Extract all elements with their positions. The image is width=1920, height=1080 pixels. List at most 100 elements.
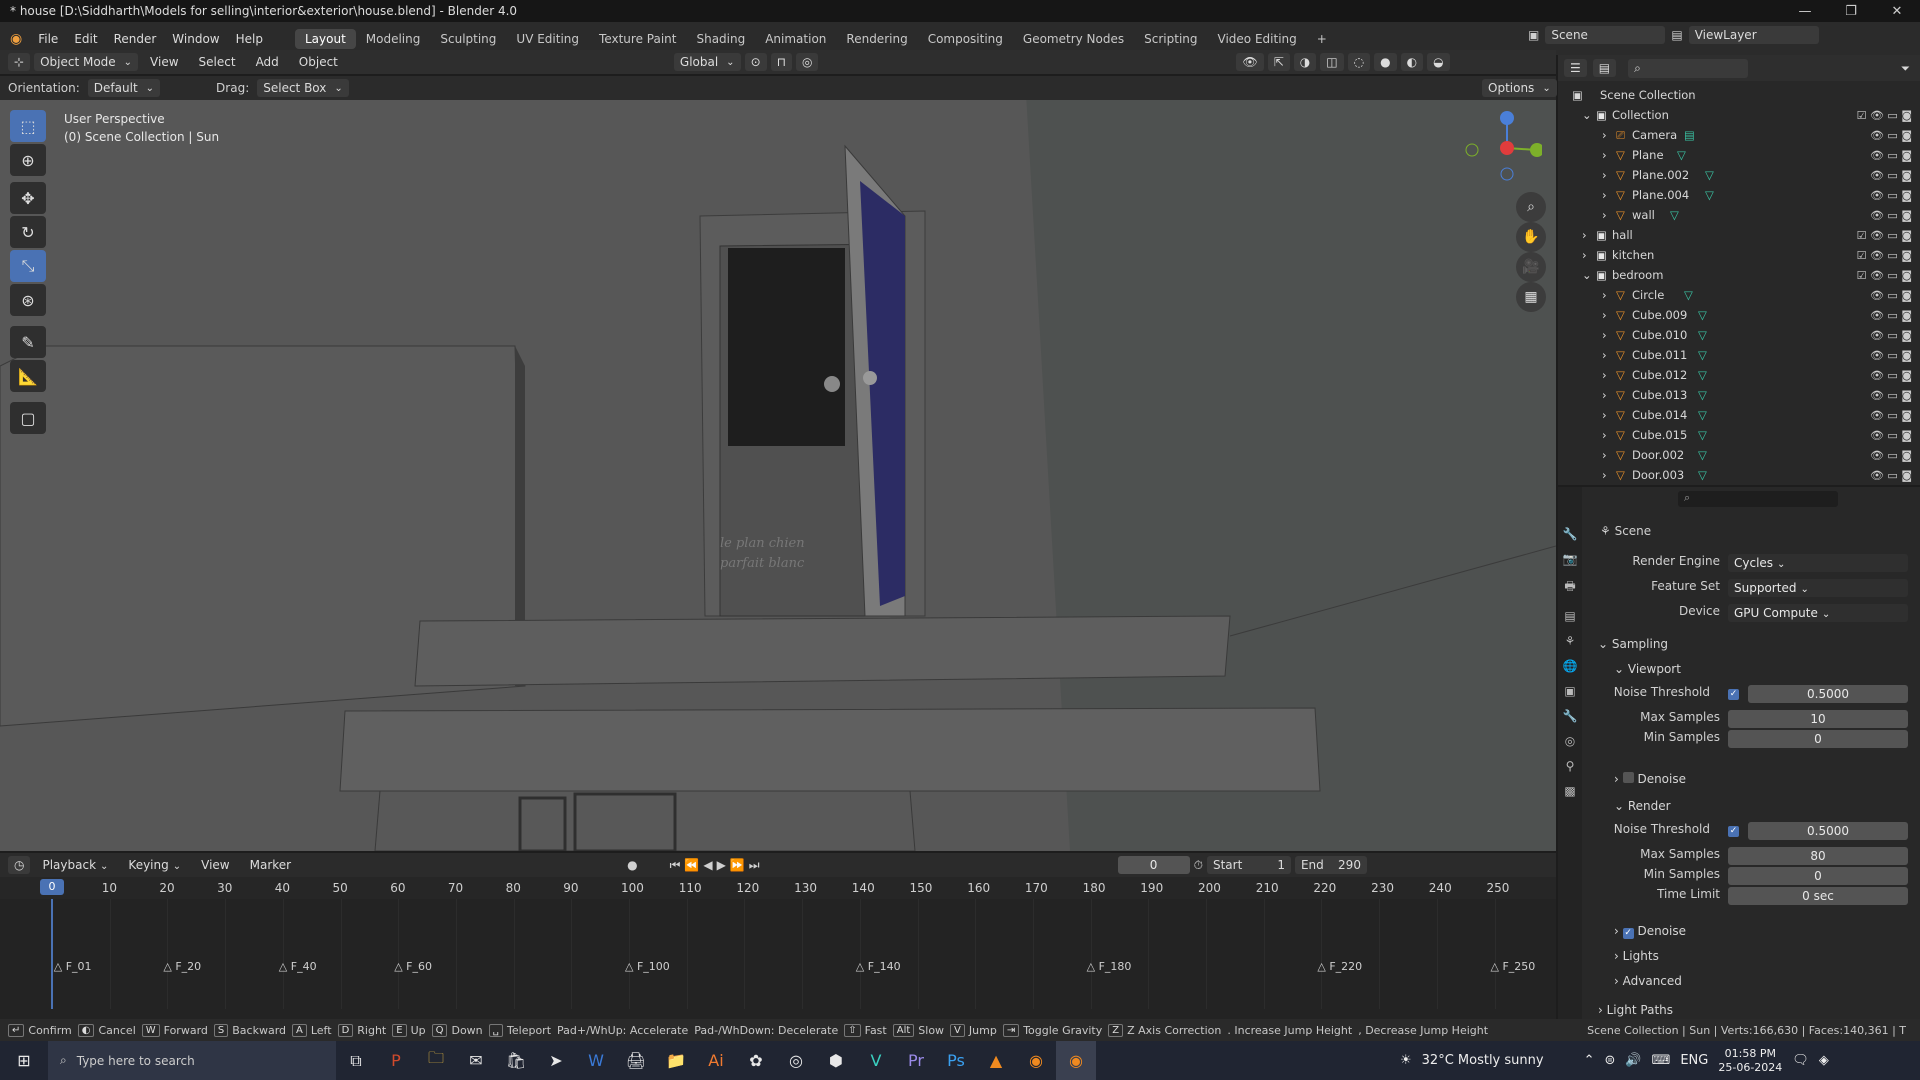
material-shading-icon[interactable]: ◐: [1400, 53, 1424, 71]
visibility-toggles[interactable]: 👁 ▭ ◙: [1870, 369, 1912, 382]
workspace-tab-rendering[interactable]: Rendering: [836, 29, 917, 49]
notifications-icon[interactable]: 🗨: [1792, 1053, 1809, 1068]
vp-denoise-subpanel[interactable]: › Denoise: [1614, 772, 1686, 786]
expand-arrow-icon[interactable]: ›: [1582, 228, 1587, 242]
autokey-icon[interactable]: ●: [627, 858, 637, 872]
expand-arrow-icon[interactable]: ›: [1602, 348, 1607, 362]
photoshop-icon[interactable]: Ps: [936, 1041, 976, 1080]
task-view-icon[interactable]: ⧉: [336, 1041, 376, 1080]
language-indicator[interactable]: ENG: [1680, 1053, 1708, 1068]
outliner-row[interactable]: › ▽ Cube.014 ▽ 👁 ▭ ◙: [1558, 405, 1920, 425]
rendered-shading-icon[interactable]: ◒: [1427, 53, 1450, 71]
workspace-tab-modeling[interactable]: Modeling: [356, 29, 431, 49]
visibility-toggles[interactable]: 👁 ▭ ◙: [1870, 189, 1912, 202]
workspace-tab-layout[interactable]: Layout: [294, 28, 356, 49]
timeline-marker[interactable]: △ F_220: [1317, 960, 1362, 973]
texture-tab-icon[interactable]: ▩: [1564, 784, 1575, 798]
expand-arrow-icon[interactable]: ›: [1602, 148, 1607, 162]
outliner-row[interactable]: › ▽ Cube.009 ▽ 👁 ▭ ◙: [1558, 305, 1920, 325]
tray-overflow-icon[interactable]: ⌃: [1584, 1053, 1595, 1068]
timeline-menu-playback[interactable]: Playback: [34, 858, 116, 872]
workspace-tab-scripting[interactable]: Scripting: [1134, 29, 1207, 49]
advanced-subpanel[interactable]: › Advanced: [1614, 974, 1682, 988]
r-denoise-subpanel[interactable]: › ✓ Denoise: [1614, 924, 1686, 939]
volume-icon[interactable]: 🔊: [1625, 1053, 1641, 1068]
timeline-marker[interactable]: △ F_250: [1491, 960, 1536, 973]
outliner-row[interactable]: › ▽ Circle ▽ 👁 ▭ ◙: [1558, 285, 1920, 305]
feature-set-dropdown[interactable]: Supported: [1728, 579, 1908, 597]
visibility-toggles[interactable]: 👁 ▭ ◙: [1870, 129, 1912, 142]
workspace-tab-texture-paint[interactable]: Texture Paint: [589, 29, 686, 49]
visibility-toggles[interactable]: 👁 ▭ ◙: [1870, 449, 1912, 462]
visibility-icon[interactable]: 👁: [1236, 53, 1264, 71]
timeline-marker[interactable]: △ F_40: [279, 960, 317, 973]
proportional-edit-icon[interactable]: ◎: [796, 53, 819, 71]
move-tool-icon[interactable]: ✥: [10, 182, 46, 214]
transform-tool-icon[interactable]: ⊛: [10, 284, 46, 316]
copilot-icon[interactable]: ◈: [1819, 1053, 1829, 1068]
light-paths-panel[interactable]: › Light Paths: [1598, 1003, 1673, 1017]
camera-view-icon[interactable]: 🎥: [1516, 252, 1546, 282]
scene-selector[interactable]: Scene: [1545, 26, 1666, 44]
timeline-marker[interactable]: △ F_60: [394, 960, 432, 973]
vp-noise-checkbox[interactable]: ✓: [1728, 689, 1739, 700]
r-noise-checkbox[interactable]: ✓: [1728, 826, 1739, 837]
expand-arrow-icon[interactable]: ⌄: [1582, 268, 1592, 282]
rotate-tool-icon[interactable]: ↻: [10, 216, 46, 248]
jump-start-icon[interactable]: ⏮: [670, 858, 681, 873]
menu-render[interactable]: Render: [106, 32, 165, 46]
play-icon[interactable]: ▶: [717, 858, 726, 872]
mail-icon[interactable]: ✉: [456, 1041, 496, 1080]
outliner-row[interactable]: ⌄ ▣ bedroom ☑ 👁 ▭ ◙: [1558, 265, 1920, 285]
viewport-menu-view[interactable]: View: [142, 55, 186, 69]
vectorworks-icon[interactable]: V: [856, 1041, 896, 1080]
pivot-point-icon[interactable]: ⊙: [744, 53, 767, 71]
play-reverse-icon[interactable]: ◀: [703, 858, 712, 872]
timeline-marker[interactable]: △ F_180: [1087, 960, 1132, 973]
jump-end-icon[interactable]: ⏭: [749, 858, 760, 873]
device-dropdown[interactable]: GPU Compute: [1728, 604, 1908, 622]
weather-icon[interactable]: ☀: [1400, 1053, 1412, 1068]
zoom-icon[interactable]: ⌕: [1516, 192, 1546, 222]
transform-orientation-dropdown[interactable]: Global: [673, 53, 741, 71]
solid-shading-icon[interactable]: ●: [1374, 53, 1397, 71]
timeline-editor-icon[interactable]: ◷: [8, 856, 31, 874]
expand-arrow-icon[interactable]: ›: [1602, 468, 1607, 482]
add-cube-tool-icon[interactable]: ▢: [10, 402, 46, 434]
next-key-icon[interactable]: ⏩: [730, 858, 745, 872]
illustrator-icon[interactable]: Ai: [696, 1041, 736, 1080]
workspace-tab-animation[interactable]: Animation: [755, 29, 836, 49]
outliner-row[interactable]: › ▽ Plane.002 ▽ 👁 ▭ ◙: [1558, 165, 1920, 185]
blender-taskbar-icon[interactable]: ◉: [1016, 1041, 1056, 1080]
gizmo-toggle-icon[interactable]: ⇱: [1267, 53, 1290, 71]
keyboard-icon[interactable]: ⌨: [1652, 1053, 1671, 1068]
outliner-row[interactable]: › ▽ Cube.011 ▽ 👁 ▭ ◙: [1558, 345, 1920, 365]
playhead[interactable]: [51, 899, 53, 1009]
maximize-button[interactable]: ❐: [1828, 0, 1874, 22]
vp-max-samples-field[interactable]: 10: [1728, 710, 1908, 728]
visibility-toggles[interactable]: ☑ 👁 ▭ ◙: [1857, 109, 1912, 122]
timeline-menu-view[interactable]: View: [193, 858, 237, 872]
timeline-menu-keying[interactable]: Keying: [120, 858, 189, 872]
vp-min-samples-field[interactable]: 0: [1728, 730, 1908, 748]
expand-arrow-icon[interactable]: ›: [1602, 448, 1607, 462]
visibility-toggles[interactable]: 👁 ▭ ◙: [1870, 349, 1912, 362]
data-tab-icon[interactable]: ⚲: [1566, 759, 1575, 773]
vlc-icon[interactable]: ▲: [976, 1041, 1016, 1080]
current-frame-field[interactable]: 0: [1117, 856, 1190, 874]
workspace-tab-geometry-nodes[interactable]: Geometry Nodes: [1013, 29, 1134, 49]
word-icon[interactable]: W: [576, 1041, 616, 1080]
tool-tab-icon[interactable]: 🔧: [1563, 527, 1578, 541]
outliner-row[interactable]: › ▣ kitchen ☑ 👁 ▭ ◙: [1558, 245, 1920, 265]
file-explorer-icon[interactable]: 🗀: [416, 1041, 456, 1080]
r-min-samples-field[interactable]: 0: [1728, 867, 1908, 885]
outliner-row[interactable]: › ▽ Plane.004 ▽ 👁 ▭ ◙: [1558, 185, 1920, 205]
viewport-menu-object[interactable]: Object: [291, 55, 346, 69]
app-icon-folder[interactable]: 📁: [656, 1041, 696, 1080]
menu-file[interactable]: File: [30, 32, 66, 46]
menu-window[interactable]: Window: [164, 32, 227, 46]
lights-subpanel[interactable]: › Lights: [1614, 949, 1659, 963]
store-icon[interactable]: 🛍: [496, 1041, 536, 1080]
expand-arrow-icon[interactable]: ›: [1602, 188, 1607, 202]
taskbar-search-input[interactable]: ⌕ Type here to search: [48, 1041, 336, 1080]
